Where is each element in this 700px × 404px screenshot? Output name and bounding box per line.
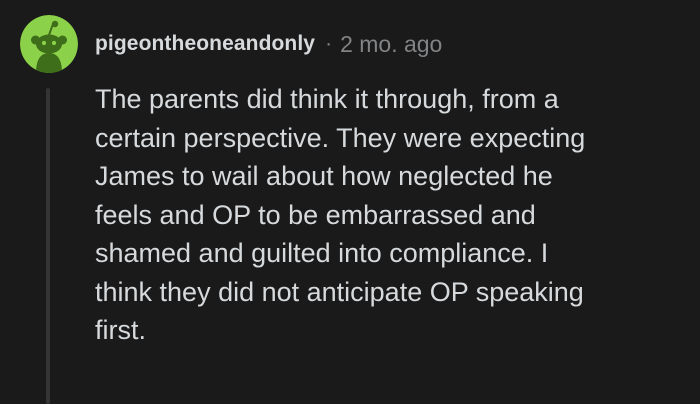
comment-body-line: certain perspective. They were expecting (95, 122, 586, 153)
avatar[interactable] (20, 15, 78, 73)
comment-body-line: James to wail about how neglected he (95, 161, 553, 191)
snoo-avatar-icon (20, 15, 78, 73)
comment-body-line: The parents did think it through, from a (95, 84, 559, 114)
comment-body-line: first. (95, 315, 146, 345)
comment-body-line: feels and OP to be embarrassed and (95, 199, 536, 230)
comment-body-line: shamed and guilted into compliance. I (95, 238, 549, 268)
meta-separator: · (325, 32, 333, 55)
timestamp[interactable]: 2 mo. ago (340, 31, 442, 58)
comment-body-line: think they did not anticipate OP speakin… (95, 276, 584, 307)
author-username[interactable]: pigeontheoneandonly (95, 32, 315, 56)
comment-header: pigeontheoneandonly · 2 mo. ago (95, 28, 442, 60)
comment-body: The parents did think it through, from a… (95, 80, 680, 350)
thread-collapse-line[interactable] (46, 88, 50, 404)
comment: pigeontheoneandonly · 2 mo. ago The pare… (0, 0, 700, 404)
